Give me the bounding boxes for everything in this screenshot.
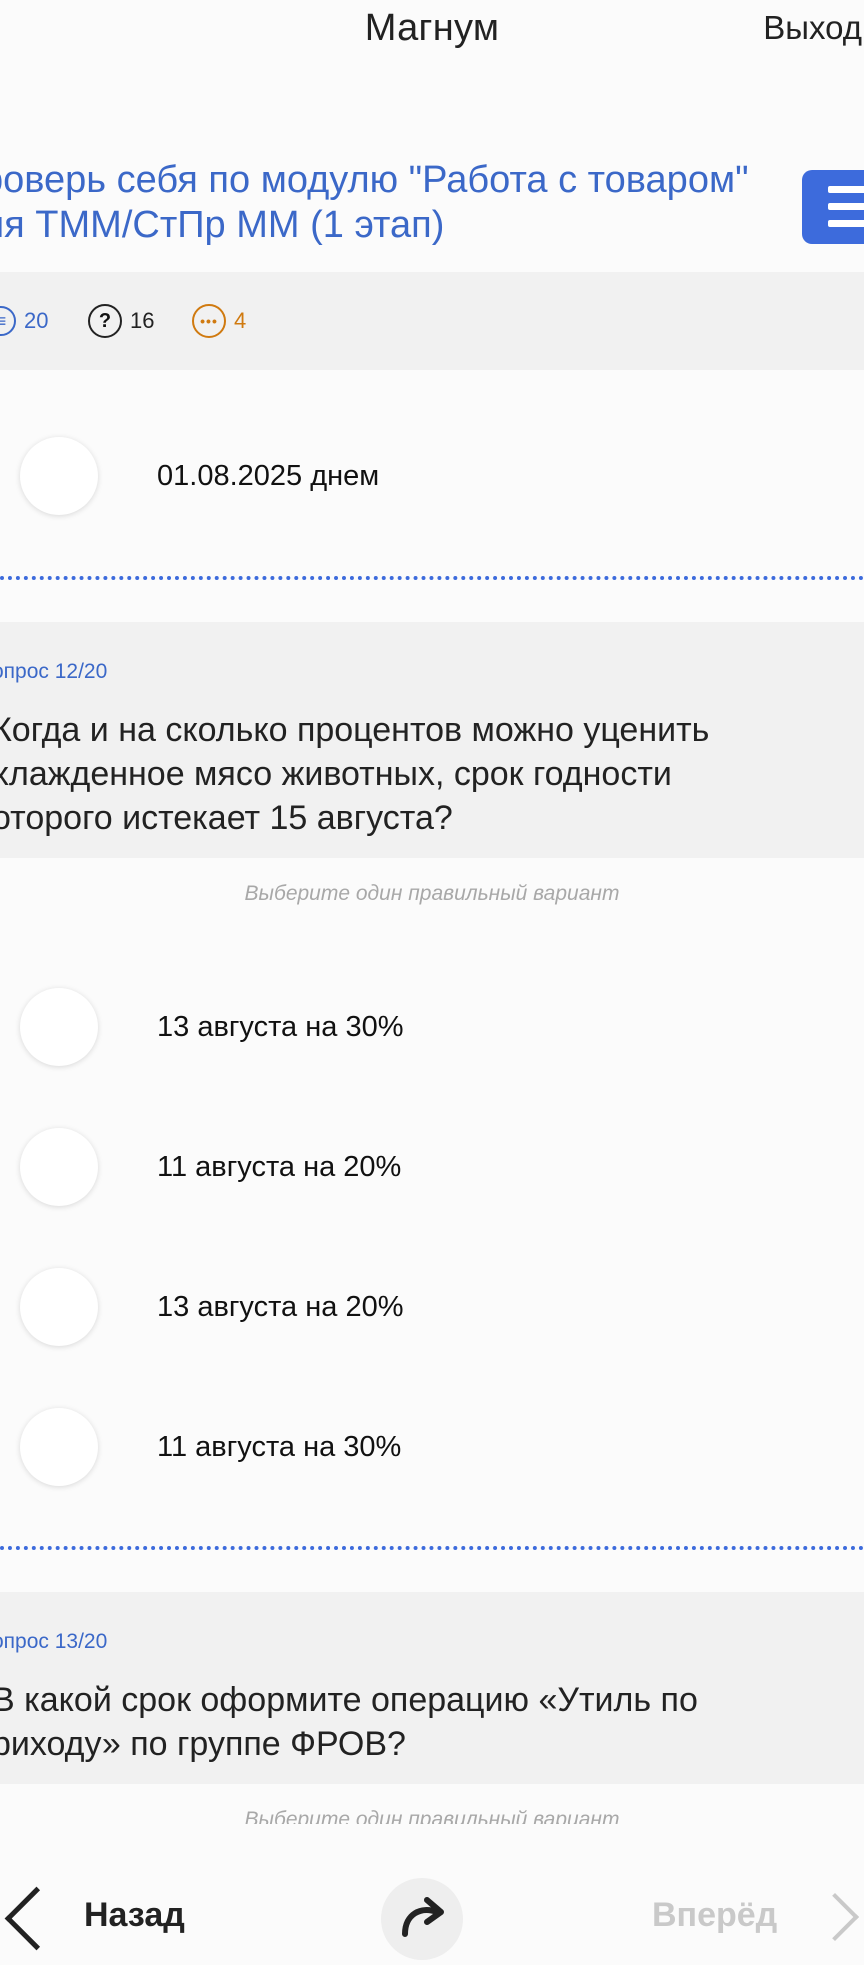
menu-icon-bar: [828, 220, 864, 227]
answer-option-3[interactable]: 13 августа на 20%: [0, 1257, 864, 1357]
logout-button[interactable]: Выход: [763, 2, 862, 54]
radio-button[interactable]: [20, 1128, 98, 1206]
answer-option-2[interactable]: 11 августа на 20%: [0, 1117, 864, 1217]
answer-hint: Выберите один правильный вариант: [244, 1808, 620, 1824]
stat-pending-count: 4: [234, 308, 247, 333]
question-divider: [0, 1546, 864, 1550]
question-number: опрос 12/20: [0, 660, 108, 683]
question-card: опрос 13/20 В какой срок оформите операц…: [0, 1592, 864, 1784]
answer-option-label: 13 августа на 20%: [157, 1291, 404, 1323]
radio-button[interactable]: [20, 437, 98, 515]
stat-unanswered-count: 16: [130, 308, 155, 333]
list-icon: ≡: [0, 306, 16, 336]
answer-option-label: 01.08.2025 днем: [157, 460, 380, 492]
question-text-line-1: Когда и на сколько процентов можно уцени…: [0, 711, 710, 749]
menu-icon-bar: [828, 203, 864, 210]
stat-pending: ••• 4: [192, 272, 246, 370]
answer-option-label: 11 августа на 30%: [157, 1431, 402, 1463]
question-divider: [0, 576, 864, 580]
more-icon: •••: [192, 304, 226, 338]
test-title-line-1: роверь себя по модулю "Работа с товаром": [0, 159, 749, 201]
stat-unanswered: ? 16: [88, 272, 154, 370]
answer-option-label: 13 августа на 30%: [157, 1011, 404, 1043]
answer-option-label: 11 августа на 20%: [157, 1151, 402, 1183]
question-text-line-3: оторого истекает 15 августа?: [0, 799, 453, 837]
answer-option-1[interactable]: 13 августа на 30%: [0, 977, 864, 1077]
test-title-line-2: ля ТММ/СтПр ММ (1 этап): [0, 204, 445, 246]
forward-button[interactable]: Вперёд: [652, 1896, 777, 1935]
app-title: Магнум: [364, 7, 500, 49]
answer-option-4[interactable]: 11 августа на 30%: [0, 1397, 864, 1497]
back-button[interactable]: Назад: [84, 1896, 185, 1935]
redo-button[interactable]: [381, 1878, 463, 1960]
question-card: опрос 12/20 Когда и на сколько процентов…: [0, 622, 864, 858]
question-text: В какой срок оформите операцию «Утиль по…: [0, 1678, 852, 1766]
stats-bar: ≡ 20 ? 16 ••• 4: [0, 272, 864, 370]
question-icon: ?: [88, 304, 122, 338]
answer-option[interactable]: 01.08.2025 днем: [0, 426, 864, 526]
menu-icon: [828, 186, 864, 193]
answer-hint: Выберите один правильный вариант: [244, 882, 620, 905]
question-text-line-2: хлажденное мясо животных, срок годности: [0, 755, 672, 793]
stat-total-count: 20: [24, 308, 49, 333]
menu-button[interactable]: [802, 170, 864, 244]
question-text: Когда и на сколько процентов можно уцени…: [0, 708, 852, 840]
radio-button[interactable]: [20, 988, 98, 1066]
redo-icon: [402, 1897, 444, 1937]
radio-button[interactable]: [20, 1408, 98, 1486]
test-title: роверь себя по модулю "Работа с товаром"…: [0, 158, 782, 248]
question-text-line-2: риходу» по группе ФРОВ?: [0, 1725, 406, 1763]
question-text-line-1: В какой срок оформите операцию «Утиль по: [0, 1681, 698, 1719]
chevron-right-icon[interactable]: [810, 1892, 860, 1942]
question-number: опрос 13/20: [0, 1630, 108, 1653]
radio-button[interactable]: [20, 1268, 98, 1346]
chevron-left-icon[interactable]: [4, 1886, 69, 1951]
stat-total: ≡ 20: [0, 272, 48, 370]
